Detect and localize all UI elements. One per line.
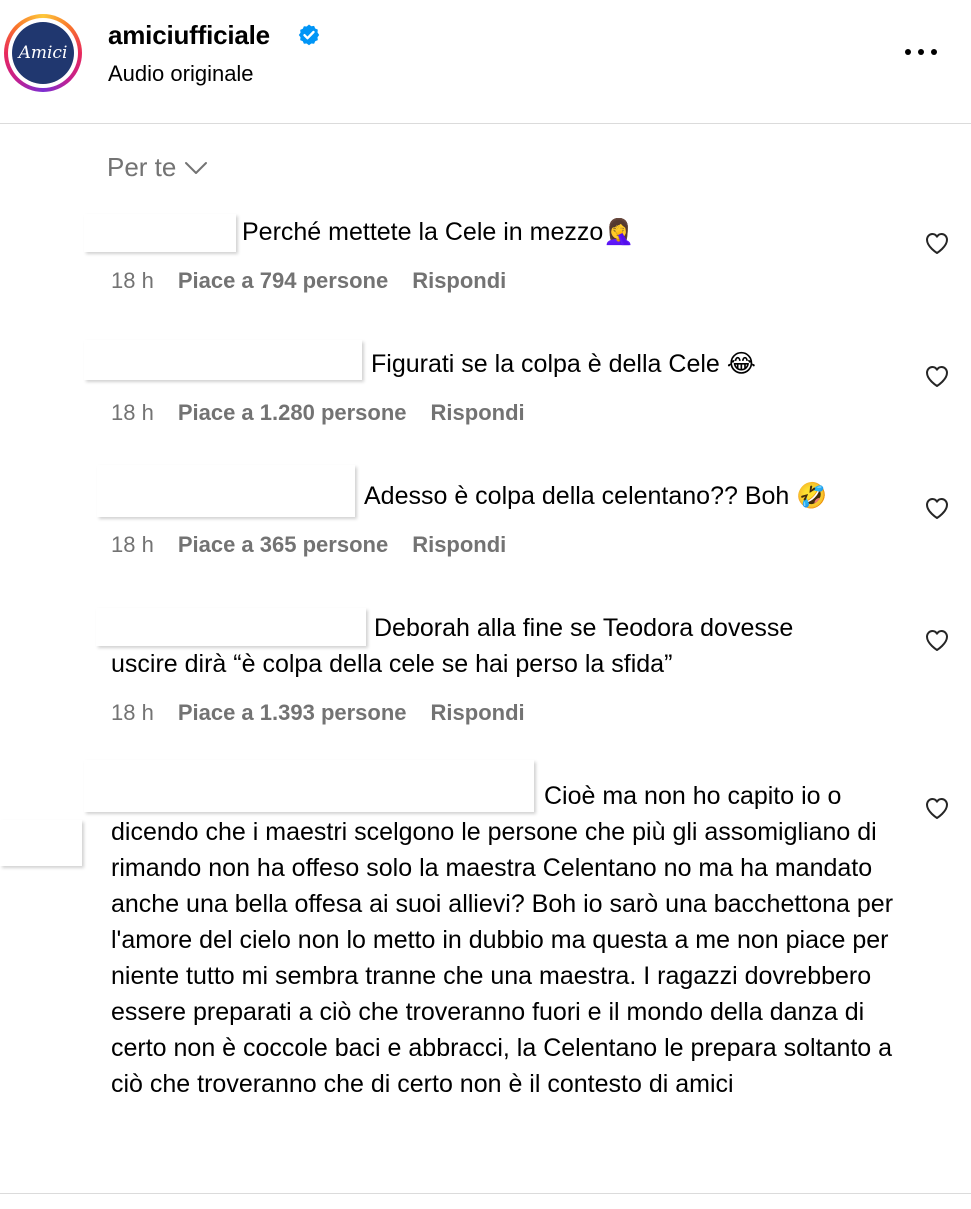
- comment-meta: 18 h Piace a 1.280 persone Rispondi: [111, 400, 525, 426]
- comment-time[interactable]: 18 h: [111, 532, 154, 558]
- comment-text-line-1: Deborah alla fine se Teodora dovesse: [374, 614, 794, 642]
- comment-meta: 18 h Piace a 1.393 persone Rispondi: [111, 700, 525, 726]
- redacted-username: [97, 465, 355, 517]
- redacted-username: [96, 608, 366, 646]
- divider: [0, 1193, 971, 1194]
- more-options-icon[interactable]: [903, 40, 939, 64]
- comment-text: Perché mettete la Cele in mezzo🤦‍♀️: [242, 218, 635, 246]
- comment-likes[interactable]: Piace a 1.280 persone: [178, 400, 407, 426]
- comment-time[interactable]: 18 h: [111, 268, 154, 294]
- comment-sort-dropdown[interactable]: Per te: [107, 152, 208, 183]
- comment-text-line-1: Cioè ma non ho capito io o: [544, 782, 842, 810]
- reply-button[interactable]: Rispondi: [412, 532, 506, 558]
- comment-time[interactable]: 18 h: [111, 400, 154, 426]
- comment-text: Figurati se la colpa è della Cele 😂: [371, 350, 756, 378]
- verified-badge-icon: [298, 24, 320, 46]
- chevron-down-icon: [185, 161, 208, 174]
- avatar[interactable]: Amici: [12, 22, 74, 84]
- reply-button[interactable]: Rispondi: [412, 268, 506, 294]
- sort-label: Per te: [107, 152, 177, 182]
- comment-likes[interactable]: Piace a 365 persone: [178, 532, 388, 558]
- reply-button[interactable]: Rispondi: [431, 700, 525, 726]
- audio-label[interactable]: Audio originale: [108, 61, 254, 87]
- heart-icon[interactable]: [924, 796, 950, 820]
- comment-meta: 18 h Piace a 365 persone Rispondi: [111, 532, 506, 558]
- comment-text: Adesso è colpa della celentano?? Boh 🤣: [364, 482, 828, 510]
- username[interactable]: amiciufficiale: [108, 20, 270, 51]
- reply-button[interactable]: Rispondi: [431, 400, 525, 426]
- comment-text-body: dicendo che i maestri scelgono le person…: [111, 818, 894, 1098]
- heart-icon[interactable]: [924, 496, 950, 520]
- redacted-username: [84, 340, 362, 380]
- redacted-username: [84, 214, 236, 252]
- heart-icon[interactable]: [924, 364, 950, 388]
- heart-icon[interactable]: [924, 231, 950, 255]
- comment-meta: 18 h Piace a 794 persone Rispondi: [111, 268, 506, 294]
- heart-icon[interactable]: [924, 628, 950, 652]
- comment-likes[interactable]: Piace a 1.393 persone: [178, 700, 407, 726]
- comment-time[interactable]: 18 h: [111, 700, 154, 726]
- avatar-story-ring[interactable]: Amici: [4, 14, 82, 92]
- redacted-username: [84, 760, 534, 812]
- comment-likes[interactable]: Piace a 794 persone: [178, 268, 388, 294]
- post-header: Amici amiciufficiale Audio originale: [0, 0, 971, 124]
- avatar-logo-text: Amici: [18, 43, 68, 63]
- comment-text-line-2: uscire dirà “è colpa della cele se hai p…: [111, 650, 673, 678]
- redacted-overlay: [0, 820, 82, 866]
